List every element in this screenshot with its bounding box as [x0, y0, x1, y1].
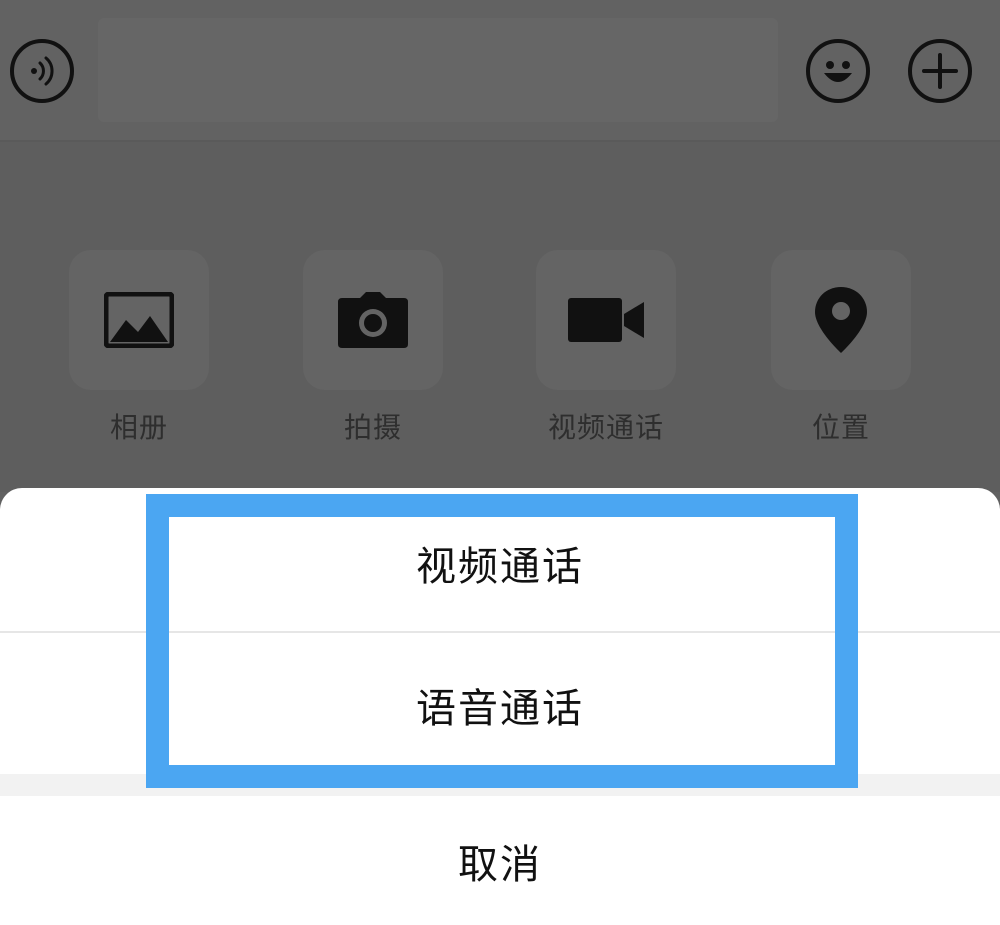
- location-label: 位置: [811, 411, 870, 444]
- photo-icon: [104, 292, 174, 348]
- video-icon: [568, 298, 644, 342]
- location-icon: [815, 287, 867, 353]
- chat-input-bar: [0, 0, 1000, 142]
- voice-input-button[interactable]: [10, 39, 74, 103]
- sheet-separator: [0, 774, 1000, 796]
- option-divider: [0, 631, 1000, 633]
- plus-icon: [922, 53, 958, 89]
- voice-call-option[interactable]: 语音通话: [0, 634, 1000, 776]
- video-call-tile[interactable]: [536, 250, 676, 390]
- emoji-icon: [824, 61, 852, 82]
- call-action-sheet: 视频通话 语音通话 取消: [0, 488, 1000, 925]
- camera-tile[interactable]: [303, 250, 443, 390]
- camera-label: 拍摄: [343, 411, 402, 444]
- video-call-label: 视频通话: [547, 411, 664, 444]
- message-input[interactable]: [98, 18, 778, 122]
- album-tile[interactable]: [69, 250, 209, 390]
- video-call-option[interactable]: 视频通话: [0, 492, 1000, 634]
- cancel-button[interactable]: 取消: [0, 796, 1000, 925]
- album-label: 相册: [109, 411, 168, 444]
- camera-icon: [338, 292, 408, 348]
- more-functions-button[interactable]: [908, 39, 972, 103]
- emoji-button[interactable]: [806, 39, 870, 103]
- voice-icon: [31, 56, 54, 86]
- location-tile[interactable]: [771, 250, 911, 390]
- more-functions-panel: 相册 拍摄 视频通话 位置: [0, 142, 1000, 492]
